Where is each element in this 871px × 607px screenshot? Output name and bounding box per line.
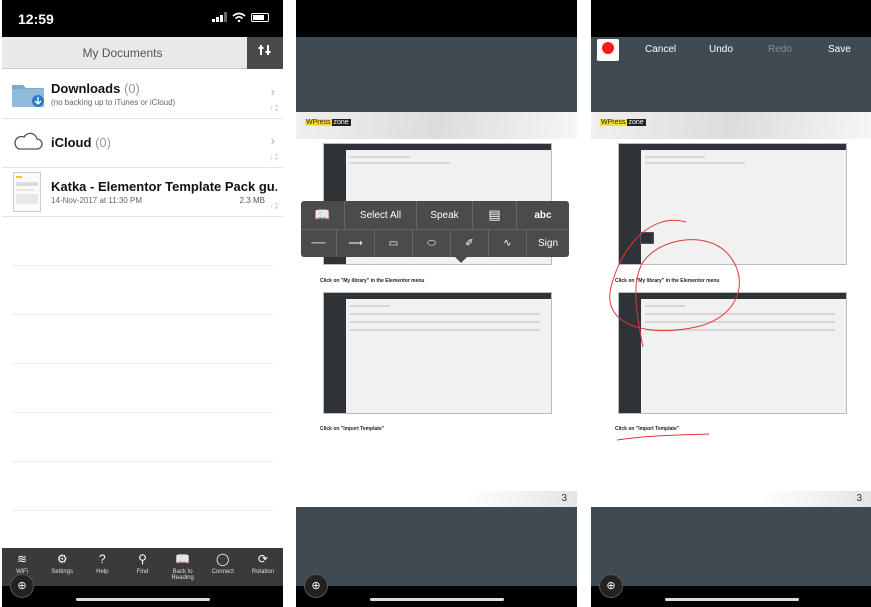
rotate-icon: ⟳ — [257, 552, 268, 566]
sign-button[interactable]: Sign — [527, 230, 569, 257]
chevron-right-icon: › — [270, 84, 275, 99]
record-dot-icon — [602, 42, 614, 54]
page-title: My Documents — [82, 46, 163, 60]
document-list: Downloads (0) (no backing up to iTunes o… — [2, 70, 283, 560]
eraser-tool-button[interactable]: ✐ — [451, 230, 489, 257]
select-all-button[interactable]: Select All — [345, 201, 417, 229]
zoom-button[interactable]: ⊕ — [304, 574, 328, 598]
doc-title: Katka - Elementor Template Pack gu... — [51, 179, 277, 194]
freehand-icon: ∿ — [503, 238, 512, 249]
eraser-icon: ✐ — [465, 238, 474, 249]
status-time: 12:59 — [18, 11, 54, 27]
page-screenshot — [323, 292, 552, 414]
list-item-icloud[interactable]: iCloud (0) › ↑↧ — [2, 119, 283, 168]
save-button[interactable]: Save — [828, 44, 851, 55]
pdf-page[interactable]: WPress zone Click on "My library" in the … — [591, 112, 871, 507]
pdf-thumbnail-icon — [13, 172, 41, 212]
doc-title: Downloads — [51, 81, 121, 96]
rectangle-tool-button[interactable]: ▭ — [375, 230, 413, 257]
line-icon: ── — [311, 238, 326, 249]
info-icon[interactable]: ↑↧ — [269, 104, 280, 113]
tab-settings[interactable]: ⚙ Settings — [42, 548, 82, 586]
tools-icon — [258, 45, 271, 55]
ellipse-tool-button[interactable]: ⬭ — [413, 230, 451, 257]
ellipse-icon: ⬭ — [427, 238, 436, 249]
annotation-popup: 📖 Select All Speak ▤ abc ── ⟶ ▭ ⬭ ✐ ∿ Si… — [301, 201, 569, 257]
doc-count: (0) — [123, 81, 140, 96]
freehand-annotation[interactable] — [591, 112, 871, 507]
folder-icon — [12, 85, 44, 107]
page-caption: Click on "Import Template" — [320, 426, 385, 432]
doc-title: iCloud — [51, 135, 92, 150]
signal-icon — [212, 12, 227, 22]
nav-bar: My Documents — [2, 37, 283, 69]
reader-screen: WPress zone Click on "My library" in the … — [296, 0, 577, 607]
zoom-button[interactable]: ⊕ — [599, 574, 623, 598]
arrow-right-icon: ⟶ — [348, 238, 363, 249]
book-icon: 📖 — [175, 552, 191, 566]
documents-screen: 12:59 My Documents Downloads (0) (no bac… — [2, 0, 283, 607]
pdf-page[interactable]: WPress zone Click on "My library" in the … — [296, 112, 577, 507]
rectangle-icon: ▭ — [388, 238, 399, 249]
page-caption: Click on "My library" in the Elementor m… — [320, 278, 425, 284]
status-bar: 12:59 — [2, 0, 283, 37]
book-icon: 📖 — [314, 207, 331, 222]
tab-bar: ≋ WiFi ⚙ Settings ? Help ⚲ Find 📖 Back to Rea… — [2, 548, 283, 586]
battery-icon — [251, 12, 269, 22]
globe-icon: ◯ — [216, 552, 230, 566]
arrow-tool-button[interactable]: ⟶ — [337, 230, 375, 257]
status-bar — [591, 0, 871, 37]
chevron-right-icon: › — [270, 133, 275, 148]
status-bar — [296, 0, 577, 37]
cancel-button[interactable]: Cancel — [645, 44, 676, 55]
tab-rotation[interactable]: ⟳ Rotation — [243, 548, 283, 586]
doc-date: 14-Nov-2017 at 11:30 PM — [51, 196, 143, 205]
home-indicator — [591, 586, 871, 607]
zoom-level: 100% — [596, 56, 612, 62]
list-item-pdf[interactable]: Katka - Elementor Template Pack gu... 14… — [2, 168, 283, 217]
line-tool-button[interactable]: ── — [301, 230, 337, 257]
doc-subtitle: (no backing up to iTunes or iCloud) — [51, 98, 176, 107]
list-item-downloads[interactable]: Downloads (0) (no backing up to iTunes o… — [2, 70, 283, 119]
text-tool-button[interactable]: abc — [517, 201, 569, 229]
zoom-button[interactable]: ⊕ — [10, 574, 34, 598]
info-icon[interactable]: ↑↧ — [269, 153, 280, 162]
zoom-icon: ⊕ — [311, 580, 321, 592]
wifi-icon — [232, 12, 246, 22]
annotate-screen: 100% Cancel Undo Redo Save WPress zone Cl… — [591, 0, 871, 607]
annotation-toolbar: 100% Cancel Undo Redo Save — [591, 37, 871, 65]
comment-icon: ▤ — [488, 207, 501, 222]
zoom-icon: ⊕ — [17, 580, 27, 592]
freehand-tool-button[interactable]: ∿ — [489, 230, 527, 257]
zoom-icon: ⊕ — [606, 580, 616, 592]
question-icon: ? — [99, 552, 106, 566]
tools-button[interactable] — [247, 37, 283, 69]
tab-back-to-reading[interactable]: 📖 Back to Reading — [163, 548, 203, 586]
home-indicator — [2, 586, 283, 607]
cloud-icon — [14, 132, 43, 150]
speak-button[interactable]: Speak — [417, 201, 473, 229]
info-icon[interactable]: ↑↧ — [269, 202, 280, 211]
search-icon: ⚲ — [138, 552, 147, 566]
bookmark-button[interactable]: 📖 — [301, 201, 345, 229]
page-number: 3 — [561, 493, 567, 504]
home-indicator — [296, 586, 577, 607]
tab-help[interactable]: ? Help — [82, 548, 122, 586]
gear-icon: ⚙ — [56, 552, 68, 566]
tab-connect[interactable]: ◯ Connect — [203, 548, 243, 586]
redo-button[interactable]: Redo — [768, 44, 792, 55]
wifi-icon: ≋ — [17, 552, 28, 566]
tab-find[interactable]: ⚲ Find — [122, 548, 162, 586]
doc-size: 2.3 MB — [239, 196, 265, 205]
note-button[interactable]: ▤ — [473, 201, 517, 229]
doc-count: (0) — [95, 135, 111, 150]
undo-button[interactable]: Undo — [709, 44, 733, 55]
logo: WPress zone — [305, 119, 351, 126]
